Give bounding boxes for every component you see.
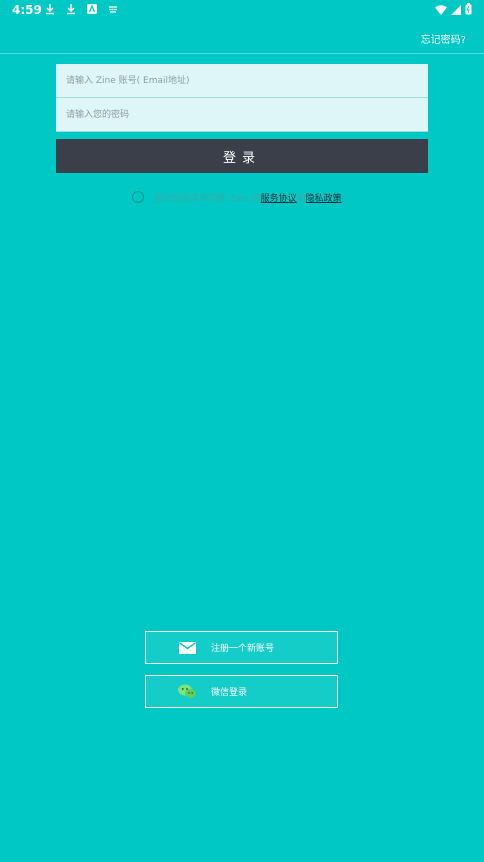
- agree-checkbox[interactable]: [132, 191, 144, 203]
- login-form: 登录: [56, 64, 428, 173]
- wechat-login-button[interactable]: 微信登录: [145, 675, 338, 708]
- download-icon: [44, 3, 56, 15]
- account-input[interactable]: [56, 64, 428, 97]
- terms-link[interactable]: 服务协议: [261, 191, 297, 204]
- download-icon: [65, 3, 77, 15]
- privacy-link[interactable]: 隐私政策: [306, 191, 342, 204]
- signal-icon: [451, 4, 461, 18]
- agreement-text: 我已经阅读并同意 Zine 的: [154, 193, 261, 204]
- wechat-login-label: 微信登录: [211, 688, 248, 698]
- login-button[interactable]: 登录: [56, 139, 428, 173]
- system-icons: [435, 3, 472, 18]
- app-notification-icon: [86, 3, 98, 15]
- app-notification-icon: [107, 3, 119, 15]
- agreement-and: 和: [296, 193, 306, 204]
- forgot-password-link[interactable]: 忘记密码?: [421, 31, 466, 46]
- password-field-row: [56, 98, 428, 132]
- battery-icon: [465, 3, 472, 18]
- wifi-icon: [435, 4, 447, 18]
- top-bar: 忘记密码?: [0, 22, 484, 54]
- account-field-row: [56, 64, 428, 98]
- notification-icons: [44, 3, 119, 15]
- mail-icon: [178, 641, 196, 655]
- register-label: 注册一个新账号: [211, 644, 275, 654]
- wechat-icon: [178, 684, 196, 699]
- password-input[interactable]: [56, 98, 428, 131]
- agreement-row: 我已经阅读并同意 Zine 的 服务协议 和 隐私政策: [132, 189, 342, 205]
- register-button[interactable]: 注册一个新账号: [145, 631, 338, 664]
- status-bar: 4:59: [0, 0, 484, 22]
- status-time: 4:59: [12, 3, 42, 17]
